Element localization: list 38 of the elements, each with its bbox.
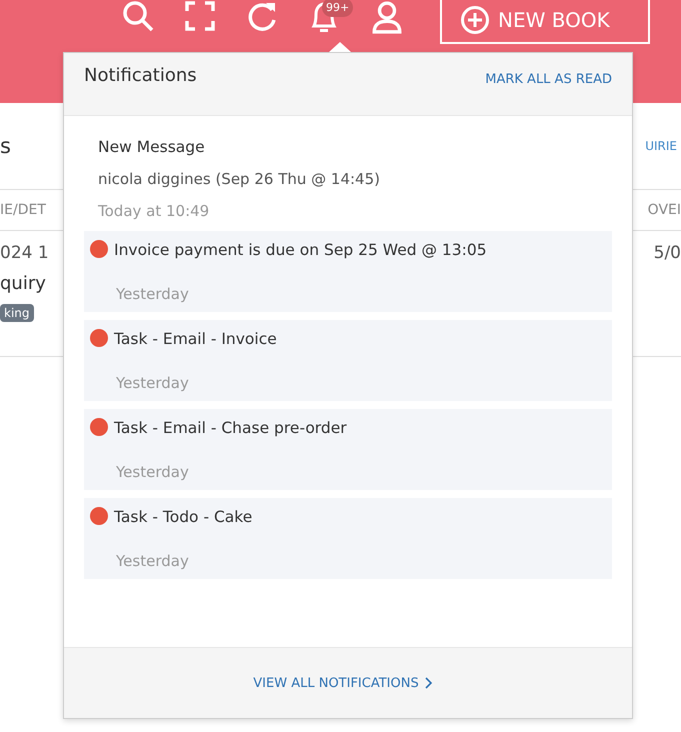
view-all-link[interactable]: VIEW ALL NOTIFICATIONS — [253, 676, 433, 690]
notification-title: Invoice payment is due on Sep 25 Wed @ 13:05 — [114, 241, 487, 259]
notification-time: Yesterday — [115, 463, 190, 481]
status-tag: king — [0, 304, 34, 322]
notification-item[interactable]: Task - Email - Invoice Yesterday — [84, 320, 612, 401]
enquiries-link[interactable]: UIRIE — [645, 139, 677, 153]
user-icon[interactable] — [370, 0, 404, 34]
plus-circle-icon — [460, 5, 490, 35]
unread-dot — [90, 329, 108, 347]
notification-title: Task - Todo - Cake — [114, 508, 252, 526]
search-icon[interactable] — [122, 0, 154, 32]
notification-detail: nicola diggines (Sep 26 Thu @ 14:45) — [97, 170, 381, 188]
table-cell: 024 1 — [0, 243, 49, 263]
notification-time: Today at 10:49 — [97, 202, 210, 220]
table-cell: 5/0 — [654, 243, 681, 263]
notification-item[interactable]: Task - Todo - Cake Yesterday — [84, 498, 612, 579]
notification-time: Yesterday — [115, 285, 190, 303]
fullscreen-icon[interactable] — [184, 0, 216, 32]
notification-title: Task - Email - Chase pre-order — [114, 419, 347, 437]
refresh-icon[interactable] — [246, 0, 278, 32]
notification-item[interactable]: New Message nicola diggines (Sep 26 Thu @ 14:45) Today at 10:49 — [84, 128, 612, 223]
notification-time: Yesterday — [115, 552, 190, 570]
notification-title: New Message — [98, 138, 205, 156]
notification-item[interactable]: Task - Email - Chase pre-order Yesterday — [84, 409, 612, 490]
notification-title: Task - Email - Invoice — [114, 330, 277, 348]
notification-badge: 99+ — [322, 0, 354, 17]
enquiry-type: quiry — [0, 273, 46, 294]
mark-all-read-link[interactable]: MARK ALL AS READ — [485, 72, 612, 86]
unread-dot — [90, 507, 108, 525]
notification-time: Yesterday — [115, 374, 190, 392]
unread-dot — [90, 418, 108, 436]
column-header: IE/DET — [0, 202, 46, 218]
chevron-right-icon — [424, 677, 433, 689]
dropdown-title: Notifications — [84, 64, 197, 86]
notification-item[interactable]: Invoice payment is due on Sep 25 Wed @ 13:05 Yesterday — [84, 231, 612, 312]
unread-dot — [90, 240, 108, 258]
column-header: OVEI — [648, 202, 681, 218]
page-title: s — [0, 134, 11, 158]
